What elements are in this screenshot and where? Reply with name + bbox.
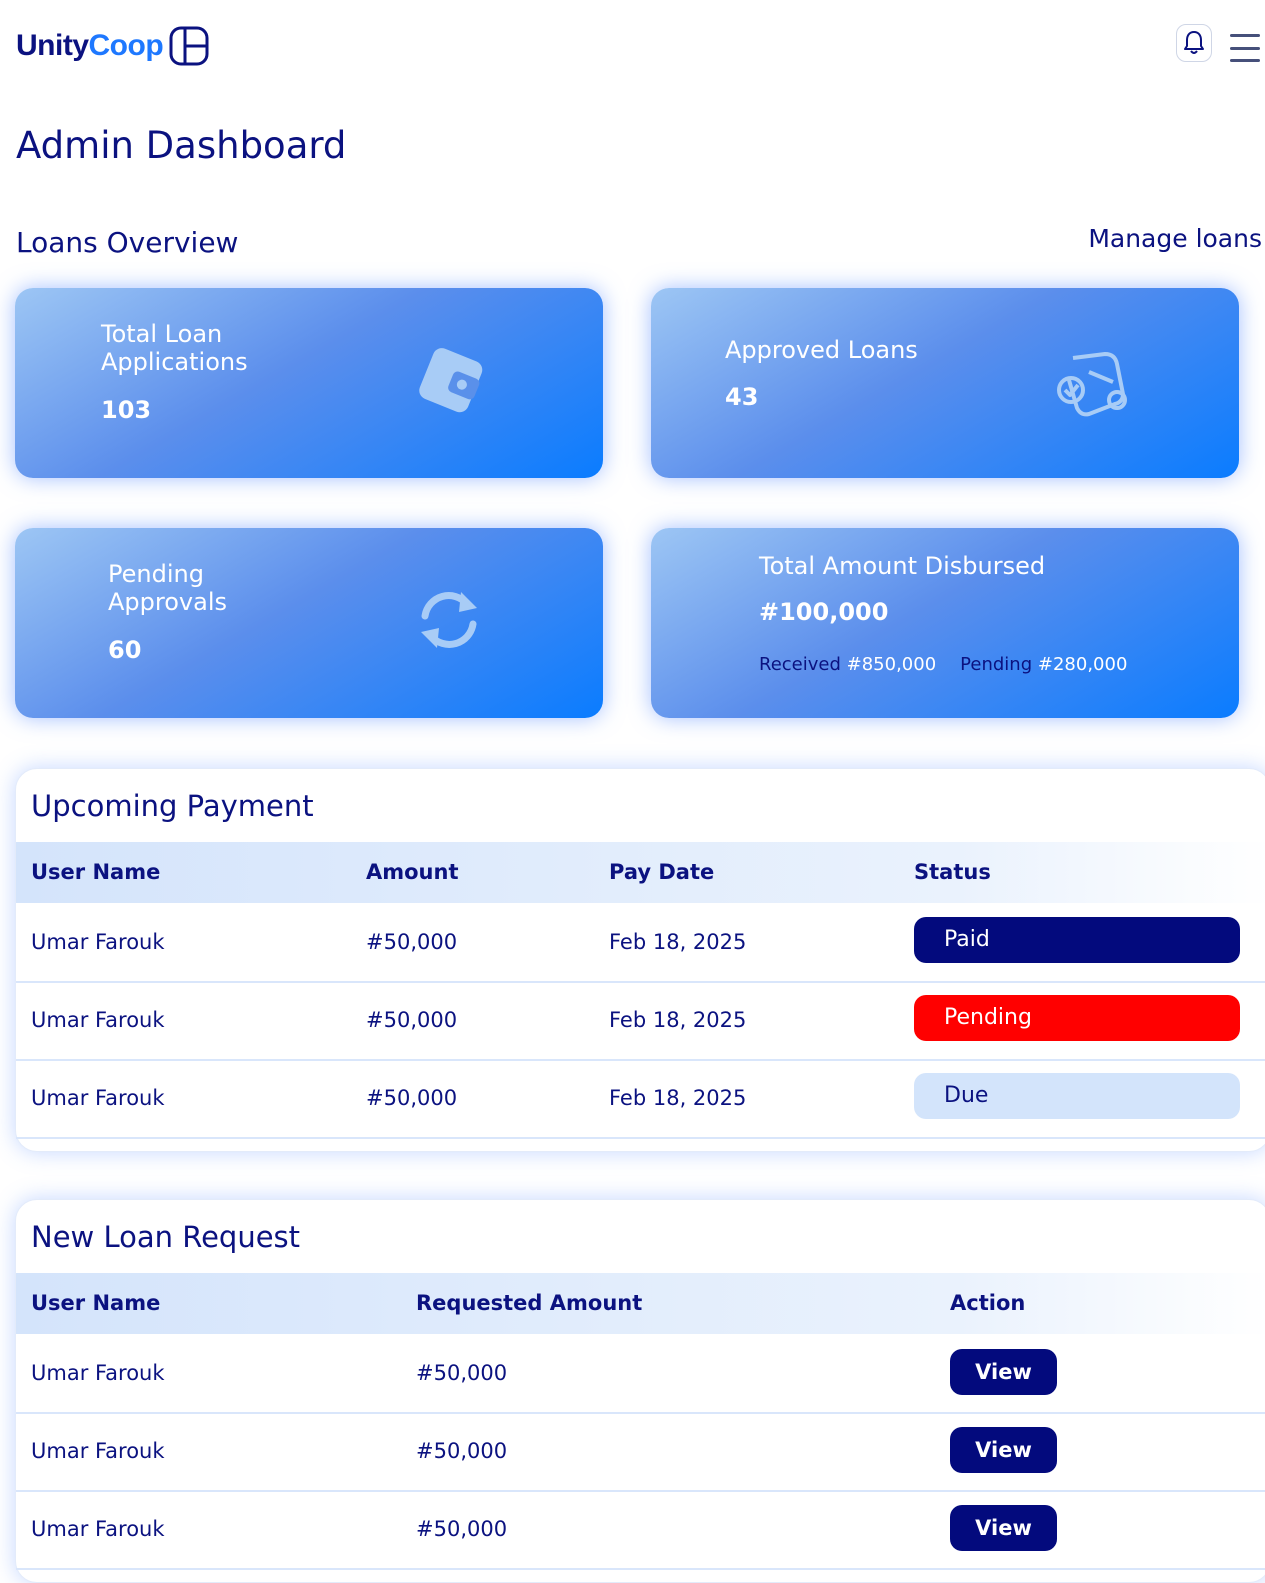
column-header-action: Action xyxy=(950,1291,1026,1315)
cell-amount: #50,000 xyxy=(366,930,458,954)
logo-text-unity: Unity xyxy=(16,29,89,62)
wallet-icon xyxy=(419,348,483,413)
column-header-user-name: User Name xyxy=(31,860,161,884)
table-row: Umar Farouk #50,000 Feb 18, 2025 Due xyxy=(16,1059,1265,1139)
total-loan-applications-card: Total Loan Applications 103 xyxy=(15,288,603,478)
approved-loans-card: Approved Loans 43 xyxy=(651,288,1239,478)
column-header-amount: Amount xyxy=(366,860,459,884)
cell-requested-amount: #50,000 xyxy=(416,1517,508,1541)
card-label: Total Loan Applications xyxy=(101,320,248,376)
card-value: 103 xyxy=(101,396,152,424)
refresh-icon xyxy=(421,592,477,648)
approved-loan-icon xyxy=(1057,352,1127,417)
new-loan-request-title: New Loan Request xyxy=(31,1220,301,1254)
cell-user-name: Umar Farouk xyxy=(31,1008,165,1032)
column-header-user-name: User Name xyxy=(31,1291,161,1315)
view-button[interactable]: View xyxy=(950,1505,1057,1551)
cell-user-name: Umar Farouk xyxy=(31,1361,165,1385)
new-loan-request-panel: New Loan Request User Name Requested Amo… xyxy=(15,1199,1265,1583)
logo-text: UnityCoop xyxy=(16,29,164,63)
cell-requested-amount: #50,000 xyxy=(416,1439,508,1463)
view-button[interactable]: View xyxy=(950,1349,1057,1395)
card-label-line1: Total Loan xyxy=(101,320,223,348)
manage-loans-link[interactable]: Manage loans xyxy=(1088,224,1262,253)
card-label-line2: Applications xyxy=(101,348,248,376)
received-value: #850,000 xyxy=(846,654,937,675)
cell-pay-date: Feb 18, 2025 xyxy=(609,930,747,954)
cell-requested-amount: #50,000 xyxy=(416,1361,508,1385)
card-label-line2: Approvals xyxy=(108,588,227,616)
table-row: Umar Farouk #50,000 View xyxy=(16,1490,1265,1570)
bell-icon xyxy=(1184,31,1204,54)
card-label: Pending Approvals xyxy=(108,560,227,616)
hamburger-menu-icon[interactable] xyxy=(1230,34,1260,62)
cell-pay-date: Feb 18, 2025 xyxy=(609,1086,747,1110)
card-value: 43 xyxy=(725,383,759,411)
top-header: UnityCoop xyxy=(0,0,1265,100)
card-label: Total Amount Disbursed xyxy=(759,552,1046,580)
loans-overview-title: Loans Overview xyxy=(16,226,239,259)
disbursed-breakdown: Received #850,000 Pending #280,000 xyxy=(759,654,1127,675)
pending-approvals-card: Pending Approvals 60 xyxy=(15,528,603,718)
table-row: Umar Farouk #50,000 View xyxy=(16,1334,1265,1414)
pending-label: Pending xyxy=(960,654,1033,675)
cell-user-name: Umar Farouk xyxy=(31,1439,165,1463)
pending-value: #280,000 xyxy=(1037,654,1128,675)
table-row: Umar Farouk #50,000 Feb 18, 2025 Pending xyxy=(16,981,1265,1061)
table-row: Umar Farouk #50,000 Feb 18, 2025 Paid xyxy=(16,903,1265,983)
column-header-pay-date: Pay Date xyxy=(609,860,715,884)
column-header-status: Status xyxy=(914,860,991,884)
status-badge-paid: Paid xyxy=(914,917,1240,963)
table-row: Umar Farouk #50,000 View xyxy=(16,1412,1265,1492)
logo[interactable]: UnityCoop xyxy=(16,26,209,66)
cell-amount: #50,000 xyxy=(366,1086,458,1110)
received-label: Received xyxy=(759,654,841,675)
received-breakdown: Received #850,000 xyxy=(759,654,936,675)
logo-mark-icon xyxy=(169,26,209,66)
total-amount-disbursed-card: Total Amount Disbursed #100,000 Received… xyxy=(651,528,1239,718)
cell-amount: #50,000 xyxy=(366,1008,458,1032)
cell-user-name: Umar Farouk xyxy=(31,930,165,954)
view-button[interactable]: View xyxy=(950,1427,1057,1473)
cell-user-name: Umar Farouk xyxy=(31,1086,165,1110)
cell-user-name: Umar Farouk xyxy=(31,1517,165,1541)
table-header: User Name Amount Pay Date Status xyxy=(16,842,1265,903)
page-title: Admin Dashboard xyxy=(16,124,347,167)
table-header: User Name Requested Amount Action xyxy=(16,1273,1265,1334)
card-value: 60 xyxy=(108,636,142,664)
upcoming-payment-panel: Upcoming Payment User Name Amount Pay Da… xyxy=(15,768,1265,1152)
upcoming-payment-title: Upcoming Payment xyxy=(31,789,314,823)
card-value: #100,000 xyxy=(759,598,889,626)
card-label: Approved Loans xyxy=(725,336,918,364)
card-label-line1: Pending xyxy=(108,560,204,588)
cell-pay-date: Feb 18, 2025 xyxy=(609,1008,747,1032)
status-badge-pending: Pending xyxy=(914,995,1240,1041)
logo-text-coop: Coop xyxy=(88,29,164,62)
notifications-button[interactable] xyxy=(1176,24,1212,62)
column-header-requested-amount: Requested Amount xyxy=(416,1291,643,1315)
pending-breakdown: Pending #280,000 xyxy=(960,654,1127,675)
status-badge-due: Due xyxy=(914,1073,1240,1119)
